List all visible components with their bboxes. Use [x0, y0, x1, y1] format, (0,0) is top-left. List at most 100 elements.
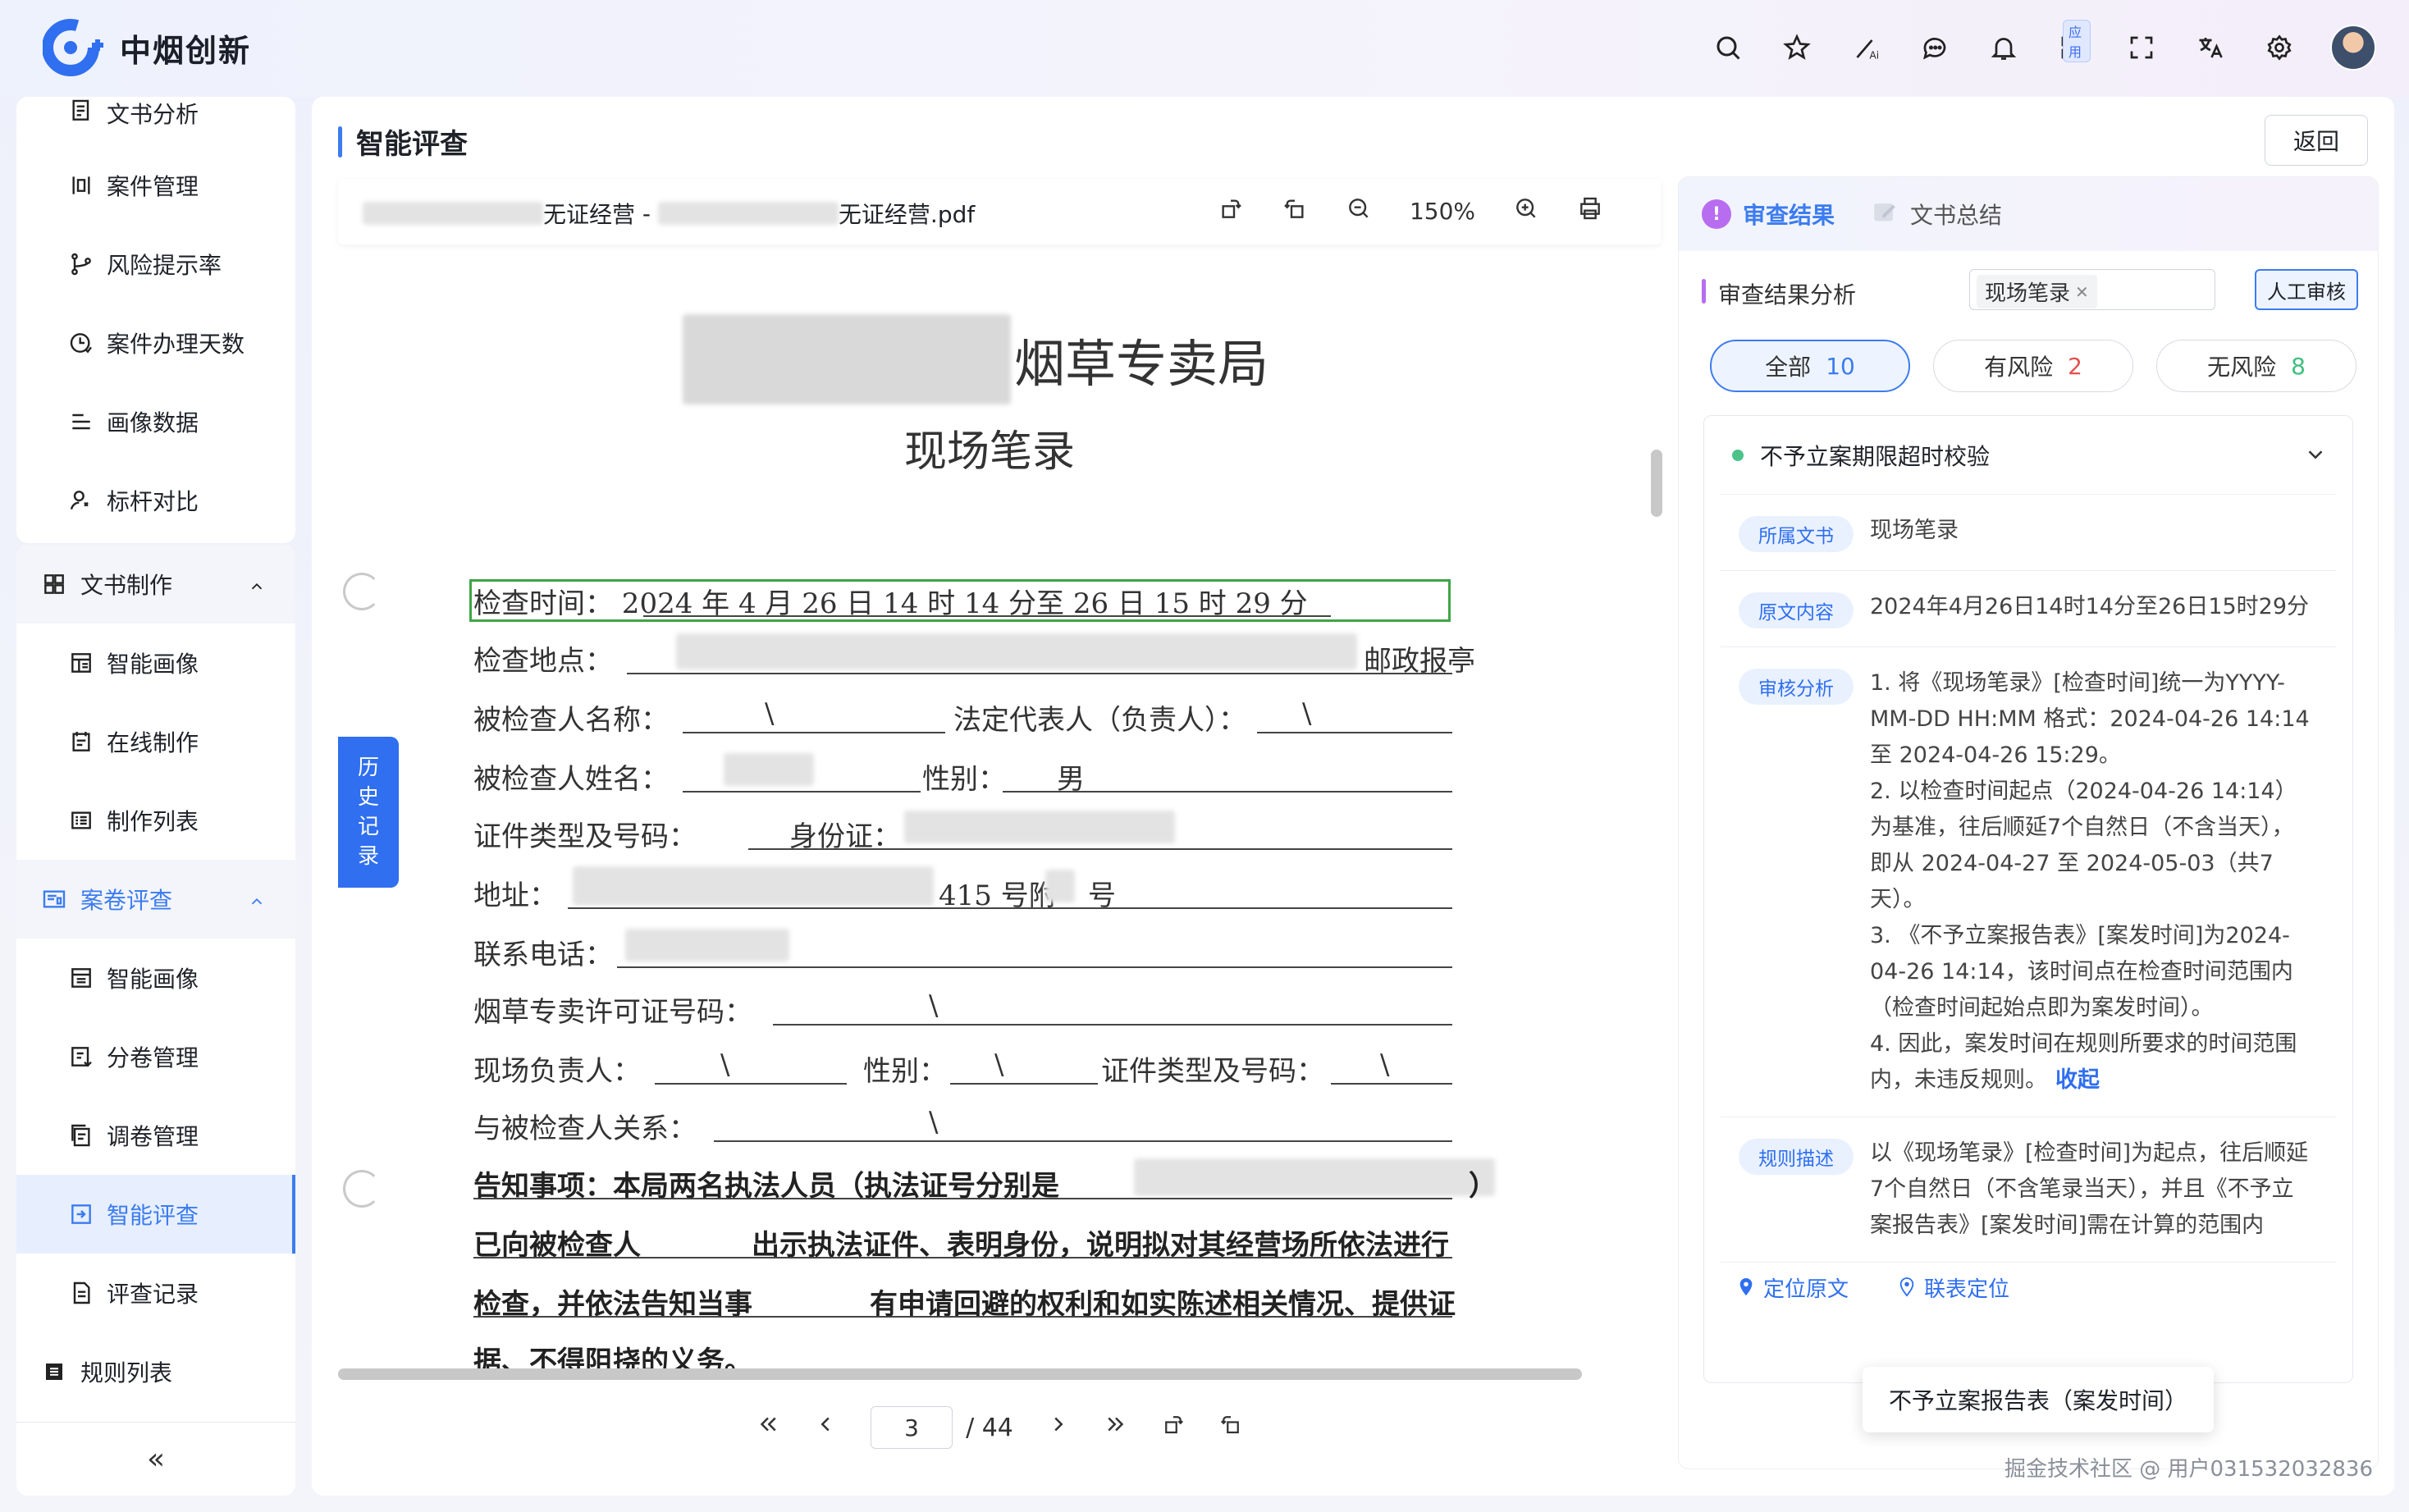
filter-label: 无风险 — [2207, 354, 2277, 381]
svg-text:Ai: Ai — [1870, 50, 1880, 62]
sidebar-item-review-profile[interactable]: 智能画像 — [16, 939, 295, 1017]
doc-line-place: 检查地点： — [473, 638, 613, 678]
document-canvas[interactable]: 烟草专卖局 现场笔录 检查时间： 2024 年 4 月 26 日 14 时 14… — [338, 253, 1661, 1385]
bell-icon[interactable] — [1986, 30, 2022, 66]
sidebar-group-case-review[interactable]: 案卷评查 — [16, 860, 295, 939]
redacted-text — [657, 202, 839, 225]
translate-icon[interactable] — [2192, 30, 2228, 66]
sidebar-item-rules-list[interactable]: 规则列表 — [16, 1332, 295, 1411]
clock-icon — [67, 329, 95, 357]
sidebar-group-label: 案卷评查 — [80, 887, 173, 914]
user-avatar[interactable] — [2330, 25, 2376, 71]
scene-gender-label: 性别： — [863, 1055, 947, 1088]
collapse-link[interactable]: 收起 — [2055, 1067, 2100, 1093]
sidebar-item-benchmark[interactable]: 标杆对比 — [16, 461, 295, 540]
star-icon[interactable] — [1779, 30, 1815, 66]
sidebar-item-review-records[interactable]: 评查记录 — [16, 1254, 295, 1332]
back-button[interactable]: 返回 — [2265, 115, 2368, 166]
redacted-text — [363, 202, 543, 225]
sidebar: 文书分析 案件管理 风险提示率 案件办理天数 画像数据 标杆对比 文书制作 智能… — [16, 97, 295, 1496]
redacted-text — [625, 929, 789, 962]
sidebar-item-online-making[interactable]: 在线制作 — [16, 702, 295, 781]
result-row-document: 所属文书 现场笔录 — [1721, 495, 2336, 571]
chevron-down-icon[interactable] — [2303, 442, 2328, 473]
zoom-in-icon[interactable] — [1513, 195, 1539, 227]
sidebar-item-label: 智能画像 — [107, 651, 199, 678]
manual-review-button[interactable]: 人工审核 — [2255, 269, 2358, 310]
binding-hole-icon — [343, 573, 381, 610]
sidebar-item-label: 调卷管理 — [107, 1123, 199, 1150]
sidebar-item-profile-data[interactable]: 画像数据 — [16, 382, 295, 461]
tab-label: 审查结果 — [1743, 202, 1835, 229]
rotate-left-icon[interactable] — [1282, 195, 1308, 227]
rules-icon — [39, 1357, 69, 1386]
case-icon — [67, 171, 95, 199]
analysis-text: 1. 将《现场笔录》[检查时间]统一为YYYY-MM-DD HH:MM 格式：2… — [1870, 670, 2310, 1093]
page-number-input[interactable]: 3 — [871, 1406, 953, 1449]
sidebar-item-label: 评查记录 — [107, 1281, 199, 1308]
legal-rep-label: 法定代表人（负责人）： — [953, 704, 1246, 737]
sidebar-item-case-days[interactable]: 案件办理天数 — [16, 304, 295, 382]
sidebar-item-smart-profile[interactable]: 智能画像 — [16, 624, 295, 702]
sidebar-item-smart-review[interactable]: 智能评查 — [16, 1175, 295, 1254]
chat-icon[interactable] — [1917, 30, 1953, 66]
history-char: 录 — [357, 844, 379, 869]
sidebar-item-risk-rate[interactable]: 风险提示率 — [16, 225, 295, 304]
viewer-toolbar: 无证经营 - 无证经营.pdf 150% — [338, 179, 1661, 244]
filter-no-risk-button[interactable]: 无风险 8 — [2156, 340, 2356, 392]
next-page-icon[interactable] — [1046, 1412, 1071, 1443]
zoom-out-icon[interactable] — [1346, 195, 1372, 227]
rotate-right-icon[interactable] — [1161, 1412, 1186, 1443]
document-title: 现场笔录 — [904, 427, 1076, 477]
underline — [655, 1083, 847, 1085]
print-icon[interactable] — [1577, 195, 1603, 227]
prev-page-icon[interactable] — [813, 1412, 838, 1443]
sidebar-item-transfer-management[interactable]: 调卷管理 — [16, 1096, 295, 1175]
rotate-left-icon[interactable] — [1218, 1412, 1243, 1443]
doc-label: 检查地点： — [473, 645, 613, 678]
search-icon[interactable] — [1710, 30, 1746, 66]
rotate-right-icon[interactable] — [1218, 195, 1244, 227]
close-icon[interactable]: ✕ — [2075, 282, 2089, 302]
tab-document-summary[interactable]: 文书总结 — [1871, 198, 2002, 231]
document-filter-select[interactable]: 现场笔录 ✕ — [1969, 269, 2215, 310]
sidebar-item-making-list[interactable]: 制作列表 — [16, 781, 295, 860]
sidebar-group-doc-making[interactable]: 文书制作 — [16, 545, 295, 624]
filter-chip[interactable]: 现场笔录 ✕ — [1977, 275, 2097, 308]
rule-card-header[interactable]: 不予立案期限超时校验 — [1721, 416, 2336, 495]
horizontal-scrollbar[interactable] — [338, 1368, 1582, 1380]
row-tag: 规则描述 — [1739, 1139, 1854, 1175]
vertical-scrollbar[interactable] — [1651, 450, 1662, 517]
underline — [773, 1024, 1452, 1026]
settings-icon[interactable] — [2261, 30, 2297, 66]
fullscreen-icon[interactable] — [2123, 30, 2160, 66]
filter-all-button[interactable]: 全部 10 — [1710, 340, 1910, 392]
filter-risk-button[interactable]: 有风险 2 — [1933, 340, 2133, 392]
sidebar-collapse-button[interactable]: « — [16, 1422, 295, 1496]
apps-badge: 应用 — [2063, 20, 2091, 62]
tab-review-results[interactable]: ! 审查结果 — [1702, 198, 1835, 231]
edit-doc-icon — [67, 728, 95, 756]
top-toolbar: Ai 应用 — [1710, 20, 2376, 71]
sidebar-item-case-management[interactable]: 案件管理 — [16, 146, 295, 225]
legal-rep-value: \ — [1302, 697, 1312, 730]
status-dot-icon — [1732, 449, 1744, 461]
doc-line-relation: 与被检查人关系： — [473, 1112, 697, 1145]
locate-original-link[interactable]: 定位原文 — [1737, 1272, 1849, 1303]
history-char: 史 — [357, 785, 379, 810]
last-page-icon[interactable] — [1104, 1412, 1128, 1443]
sidebar-item-volume-management[interactable]: 分卷管理 — [16, 1017, 295, 1096]
history-char: 历 — [357, 756, 379, 780]
locate-linked-link[interactable]: 联表定位 — [1898, 1272, 2009, 1303]
sidebar-item-document-analysis[interactable]: 文书分析 — [16, 97, 295, 146]
filter-count: 8 — [2291, 352, 2306, 380]
ai-magic-icon[interactable]: Ai — [1848, 30, 1884, 66]
first-page-icon[interactable] — [756, 1412, 780, 1443]
result-row-analysis: 审核分析 1. 将《现场笔录》[检查时间]统一为YYYY-MM-DD HH:MM… — [1721, 647, 2336, 1117]
underline — [473, 1257, 1452, 1258]
redacted-text — [724, 753, 814, 786]
apps-icon[interactable]: 应用 — [2055, 20, 2091, 66]
pagination: 3 / 44 — [338, 1395, 1661, 1460]
history-records-tab[interactable]: 历 史 记 录 — [338, 737, 399, 888]
brand-logo[interactable]: 中烟创新 — [42, 18, 251, 77]
